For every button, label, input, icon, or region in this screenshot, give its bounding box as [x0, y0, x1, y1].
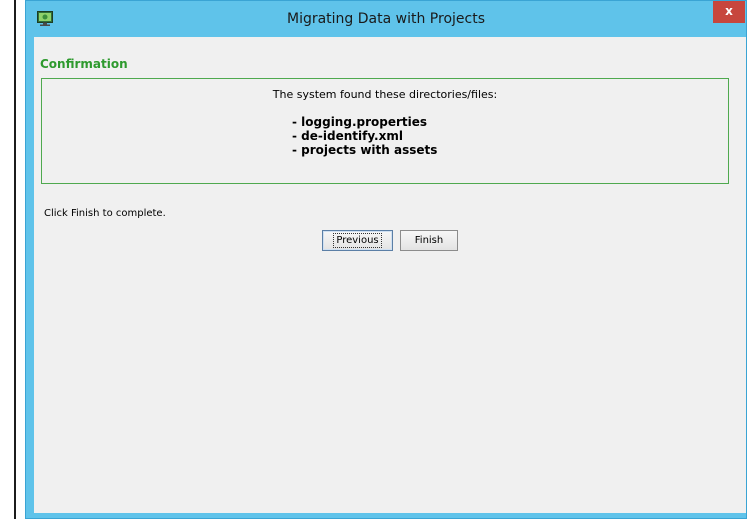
list-item: - logging.properties: [292, 115, 428, 129]
finish-hint: Click Finish to complete.: [44, 208, 166, 219]
list-item: - projects with assets: [292, 143, 438, 157]
previous-button-label: Previous: [333, 233, 382, 248]
confirmation-panel: The system found these directories/files…: [41, 78, 729, 184]
found-items-list: - logging.properties - de-identify.xml -…: [292, 115, 437, 157]
dialog-content: Confirmation The system found these dire…: [34, 37, 746, 513]
finish-button[interactable]: Finish: [400, 230, 458, 251]
section-title: Confirmation: [40, 57, 128, 71]
screen: Migrating Data with Projects x Confirmat…: [0, 0, 747, 519]
title-bar[interactable]: Migrating Data with Projects x: [26, 1, 746, 37]
found-message: The system found these directories/files…: [272, 88, 498, 101]
close-button[interactable]: x: [713, 1, 745, 23]
list-item: - de-identify.xml: [292, 129, 403, 143]
background-window-edge: [14, 0, 16, 519]
window-title: Migrating Data with Projects: [286, 11, 485, 27]
migration-dialog: Migrating Data with Projects x Confirmat…: [25, 0, 747, 519]
previous-button[interactable]: Previous: [322, 230, 393, 251]
